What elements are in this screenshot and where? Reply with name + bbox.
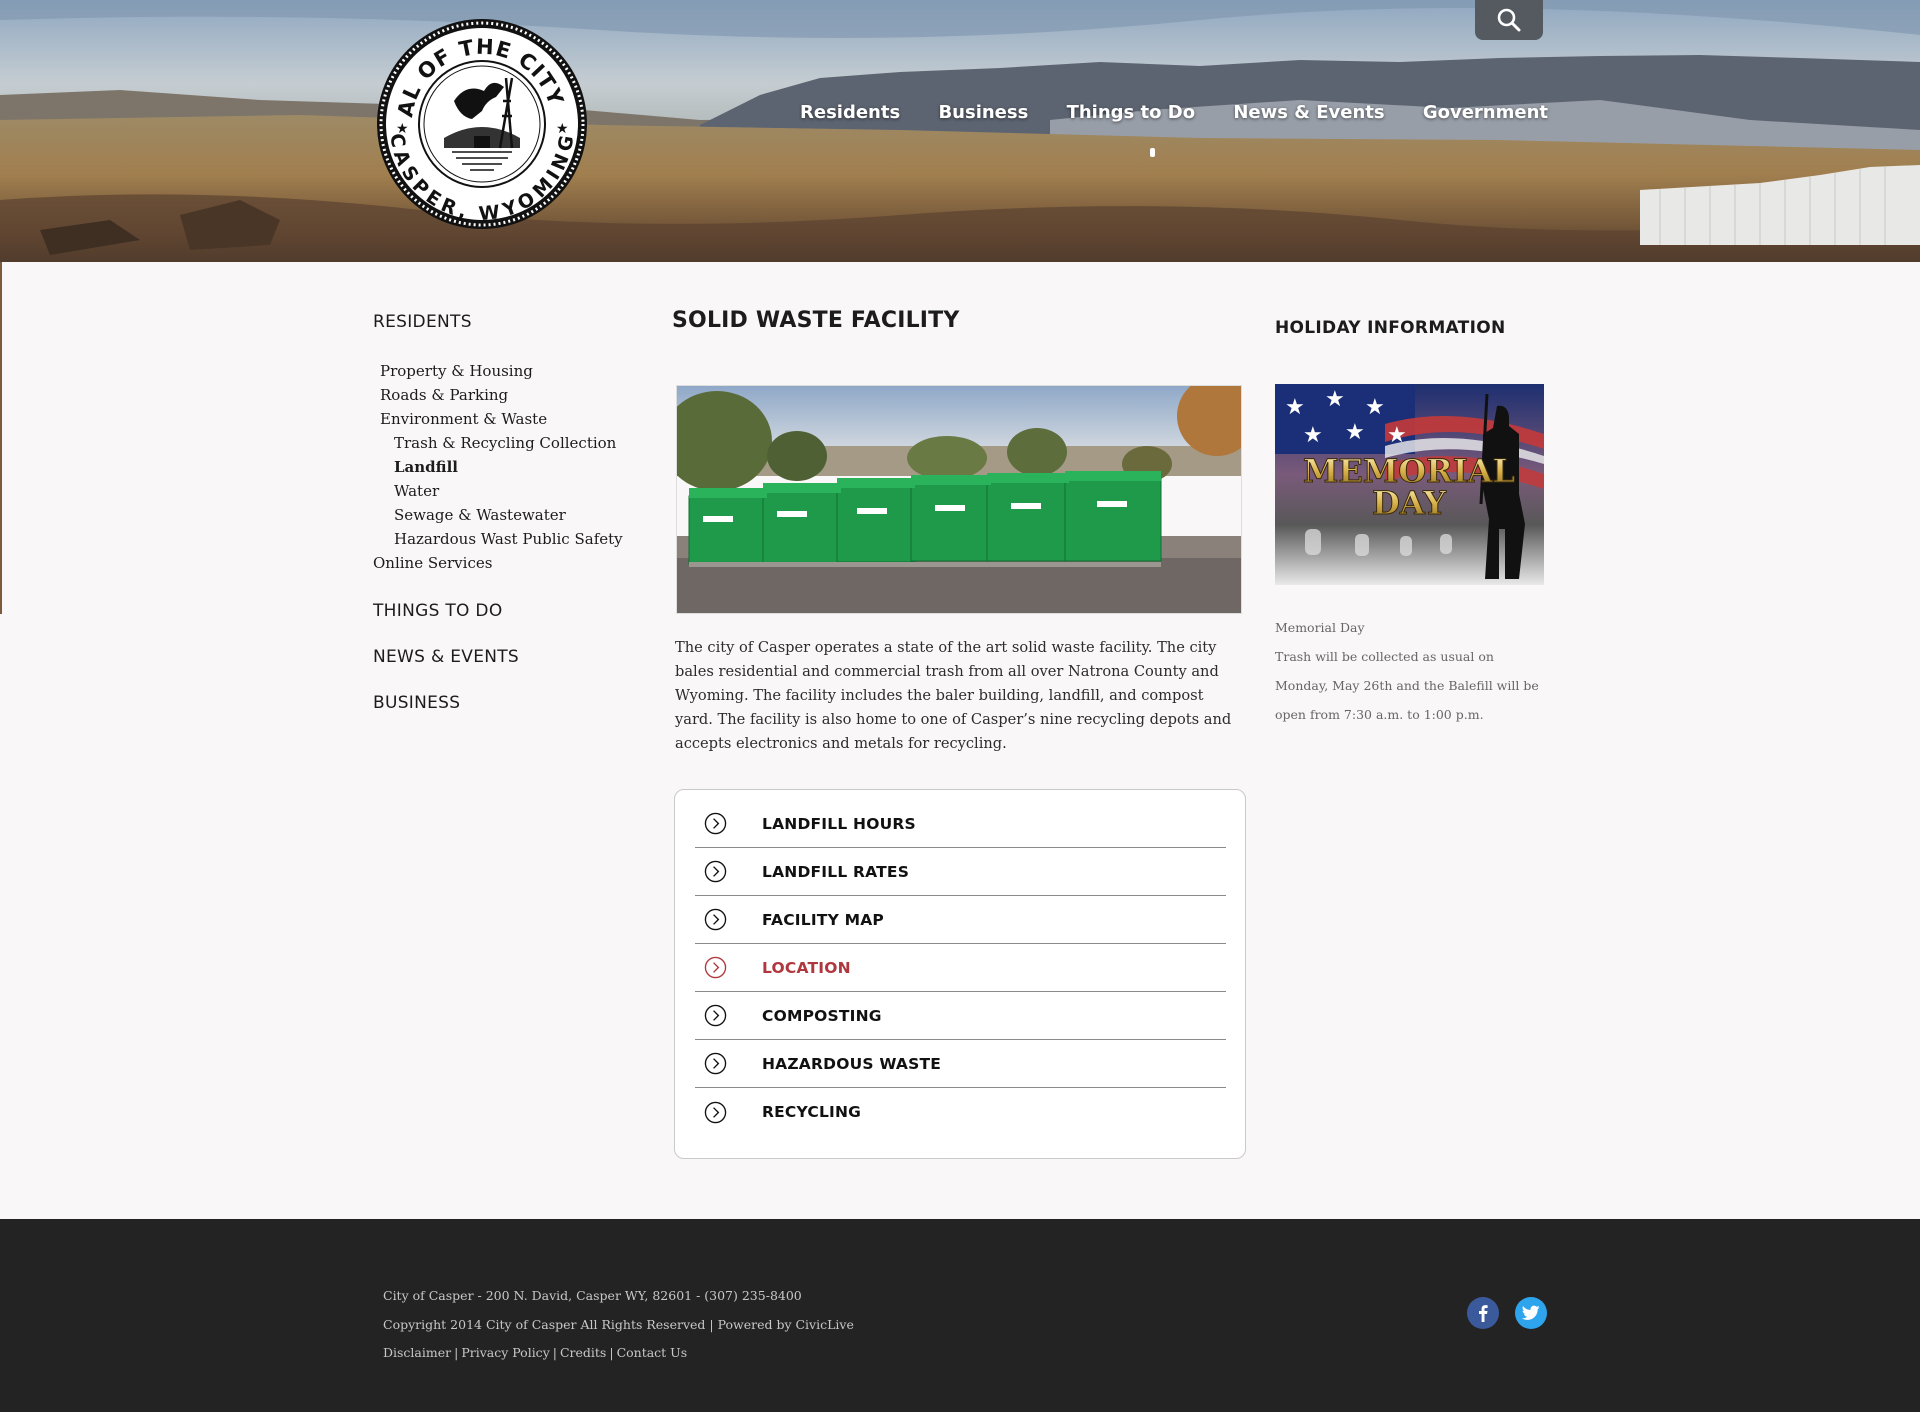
sidebar-item-landfill[interactable]: Landfill	[373, 455, 633, 479]
link-location[interactable]: LOCATION	[695, 944, 1226, 992]
sidebar-heading-residents[interactable]: RESIDENTS	[373, 312, 633, 332]
sidebar-item-hazardous-public-safety[interactable]: Hazardous Wast Public Safety	[373, 527, 633, 551]
svg-text:★: ★	[1365, 395, 1385, 420]
nav-things-to-do[interactable]: Things to Do	[1067, 102, 1196, 123]
footer-link-credits[interactable]: Credits	[560, 1345, 606, 1360]
link-hazardous-waste[interactable]: HAZARDOUS WASTE	[695, 1040, 1226, 1088]
link-label: COMPOSTING	[762, 1006, 882, 1025]
svg-text:★: ★	[1387, 423, 1407, 448]
link-facility-map[interactable]: FACILITY MAP	[695, 896, 1226, 944]
sidebar-item-online-services[interactable]: Online Services	[373, 551, 633, 575]
holiday-caption-title: Memorial Day	[1275, 620, 1365, 635]
city-seal-logo[interactable]: SEAL OF THE CITY OF CASPER, WYOMING ★ ★	[365, 0, 590, 232]
chevron-right-circle-icon	[704, 1101, 727, 1123]
svg-text:★: ★	[1303, 423, 1323, 448]
main-navigation: Residents Business Things to Do News & E…	[800, 100, 1548, 124]
twitter-icon	[1522, 1305, 1540, 1320]
page-title: SOLID WASTE FACILITY	[672, 308, 960, 333]
edge-strip	[0, 262, 2, 614]
svg-text:★: ★	[556, 121, 569, 137]
footer-link-privacy-policy[interactable]: Privacy Policy	[461, 1345, 549, 1360]
link-recycling[interactable]: RECYCLING	[695, 1088, 1226, 1136]
footer-link-contact-us[interactable]: Contact Us	[617, 1345, 688, 1360]
hero-header: SEAL OF THE CITY OF CASPER, WYOMING ★ ★	[0, 0, 1920, 262]
nav-business[interactable]: Business	[938, 102, 1028, 123]
footer-text: City of Casper - 200 N. David, Casper WY…	[383, 1282, 854, 1368]
chevron-right-circle-icon	[704, 860, 727, 883]
nav-government[interactable]: Government	[1423, 102, 1548, 123]
sidebar-item-roads-parking[interactable]: Roads & Parking	[373, 383, 633, 407]
footer-copyright: Copyright 2014 City of Casper All Rights…	[383, 1316, 854, 1332]
link-landfill-rates[interactable]: LANDFILL RATES	[695, 848, 1226, 896]
sidebar-section-news-events[interactable]: NEWS & EVENTS	[373, 647, 633, 667]
link-label: FACILITY MAP	[762, 910, 884, 929]
link-label: HAZARDOUS WASTE	[762, 1054, 942, 1073]
footer-links: Disclaimer | Privacy Policy | Credits | Contac…	[383, 1345, 688, 1360]
facebook-icon	[1479, 1305, 1488, 1322]
link-composting[interactable]: COMPOSTING	[695, 992, 1226, 1040]
holiday-caption: Memorial Day Trash will be collected as …	[1275, 613, 1550, 729]
facebook-button[interactable]	[1467, 1297, 1499, 1329]
nav-indicator	[1150, 148, 1155, 157]
search-icon	[1497, 8, 1521, 32]
fence-decoration	[1640, 165, 1920, 245]
footer-link-disclaimer[interactable]: Disclaimer	[383, 1345, 451, 1360]
link-label: RECYCLING	[762, 1103, 862, 1121]
intro-paragraph: The city of Casper operates a state of t…	[675, 639, 1232, 752]
seal-graphic: SEAL OF THE CITY OF CASPER, WYOMING ★ ★	[365, 0, 587, 229]
chevron-right-circle-icon	[704, 908, 727, 931]
chevron-right-circle-icon	[704, 1052, 727, 1075]
sidebar-item-property-housing[interactable]: Property & Housing	[373, 359, 633, 383]
link-label: LANDFILL RATES	[762, 862, 910, 881]
landscape-background	[0, 0, 1920, 262]
twitter-button[interactable]	[1515, 1297, 1547, 1329]
footer-address: City of Casper - 200 N. David, Casper WY…	[383, 1288, 802, 1303]
svg-text:DAY: DAY	[1372, 484, 1447, 522]
sidebar-item-environment-waste[interactable]: Environment & Waste	[373, 407, 633, 431]
facility-photo	[676, 385, 1242, 614]
search-button[interactable]	[1475, 0, 1543, 40]
svg-text:★: ★	[1345, 420, 1365, 445]
nav-residents[interactable]: Residents	[800, 102, 900, 123]
svg-text:★: ★	[1325, 387, 1345, 412]
sidebar-section-business[interactable]: BUSINESS	[373, 693, 633, 713]
link-landfill-hours[interactable]: LANDFILL HOURS	[695, 800, 1226, 848]
sidebar-item-trash-recycling[interactable]: Trash & Recycling Collection	[373, 431, 633, 455]
chevron-right-circle-icon	[704, 1004, 727, 1027]
holiday-heading: HOLIDAY INFORMATION	[1275, 318, 1506, 338]
link-label: LOCATION	[762, 958, 851, 977]
sidebar-section-things-to-do[interactable]: THINGS TO DO	[373, 601, 633, 621]
sidebar-item-sewage-wastewater[interactable]: Sewage & Wastewater	[373, 503, 633, 527]
sidebar-item-water[interactable]: Water	[373, 479, 633, 503]
chevron-right-circle-icon	[704, 812, 727, 835]
holiday-caption-body: Trash will be collected as usual on Mond…	[1275, 649, 1539, 722]
facility-links-box: LANDFILL HOURS LANDFILL RATES FACILITY M…	[674, 789, 1246, 1159]
site-footer: City of Casper - 200 N. David, Casper WY…	[0, 1219, 1920, 1412]
svg-text:★: ★	[1285, 395, 1305, 420]
svg-text:★: ★	[396, 121, 409, 137]
memorial-day-image[interactable]: ★ ★ ★ ★ ★ ★ MEMORIAL DAY	[1275, 384, 1544, 585]
nav-news-events[interactable]: News & Events	[1233, 102, 1384, 123]
left-sidebar: RESIDENTS Property & Housing Roads & Par…	[373, 312, 633, 713]
link-label: LANDFILL HOURS	[762, 814, 916, 833]
chevron-right-circle-icon	[704, 956, 727, 979]
